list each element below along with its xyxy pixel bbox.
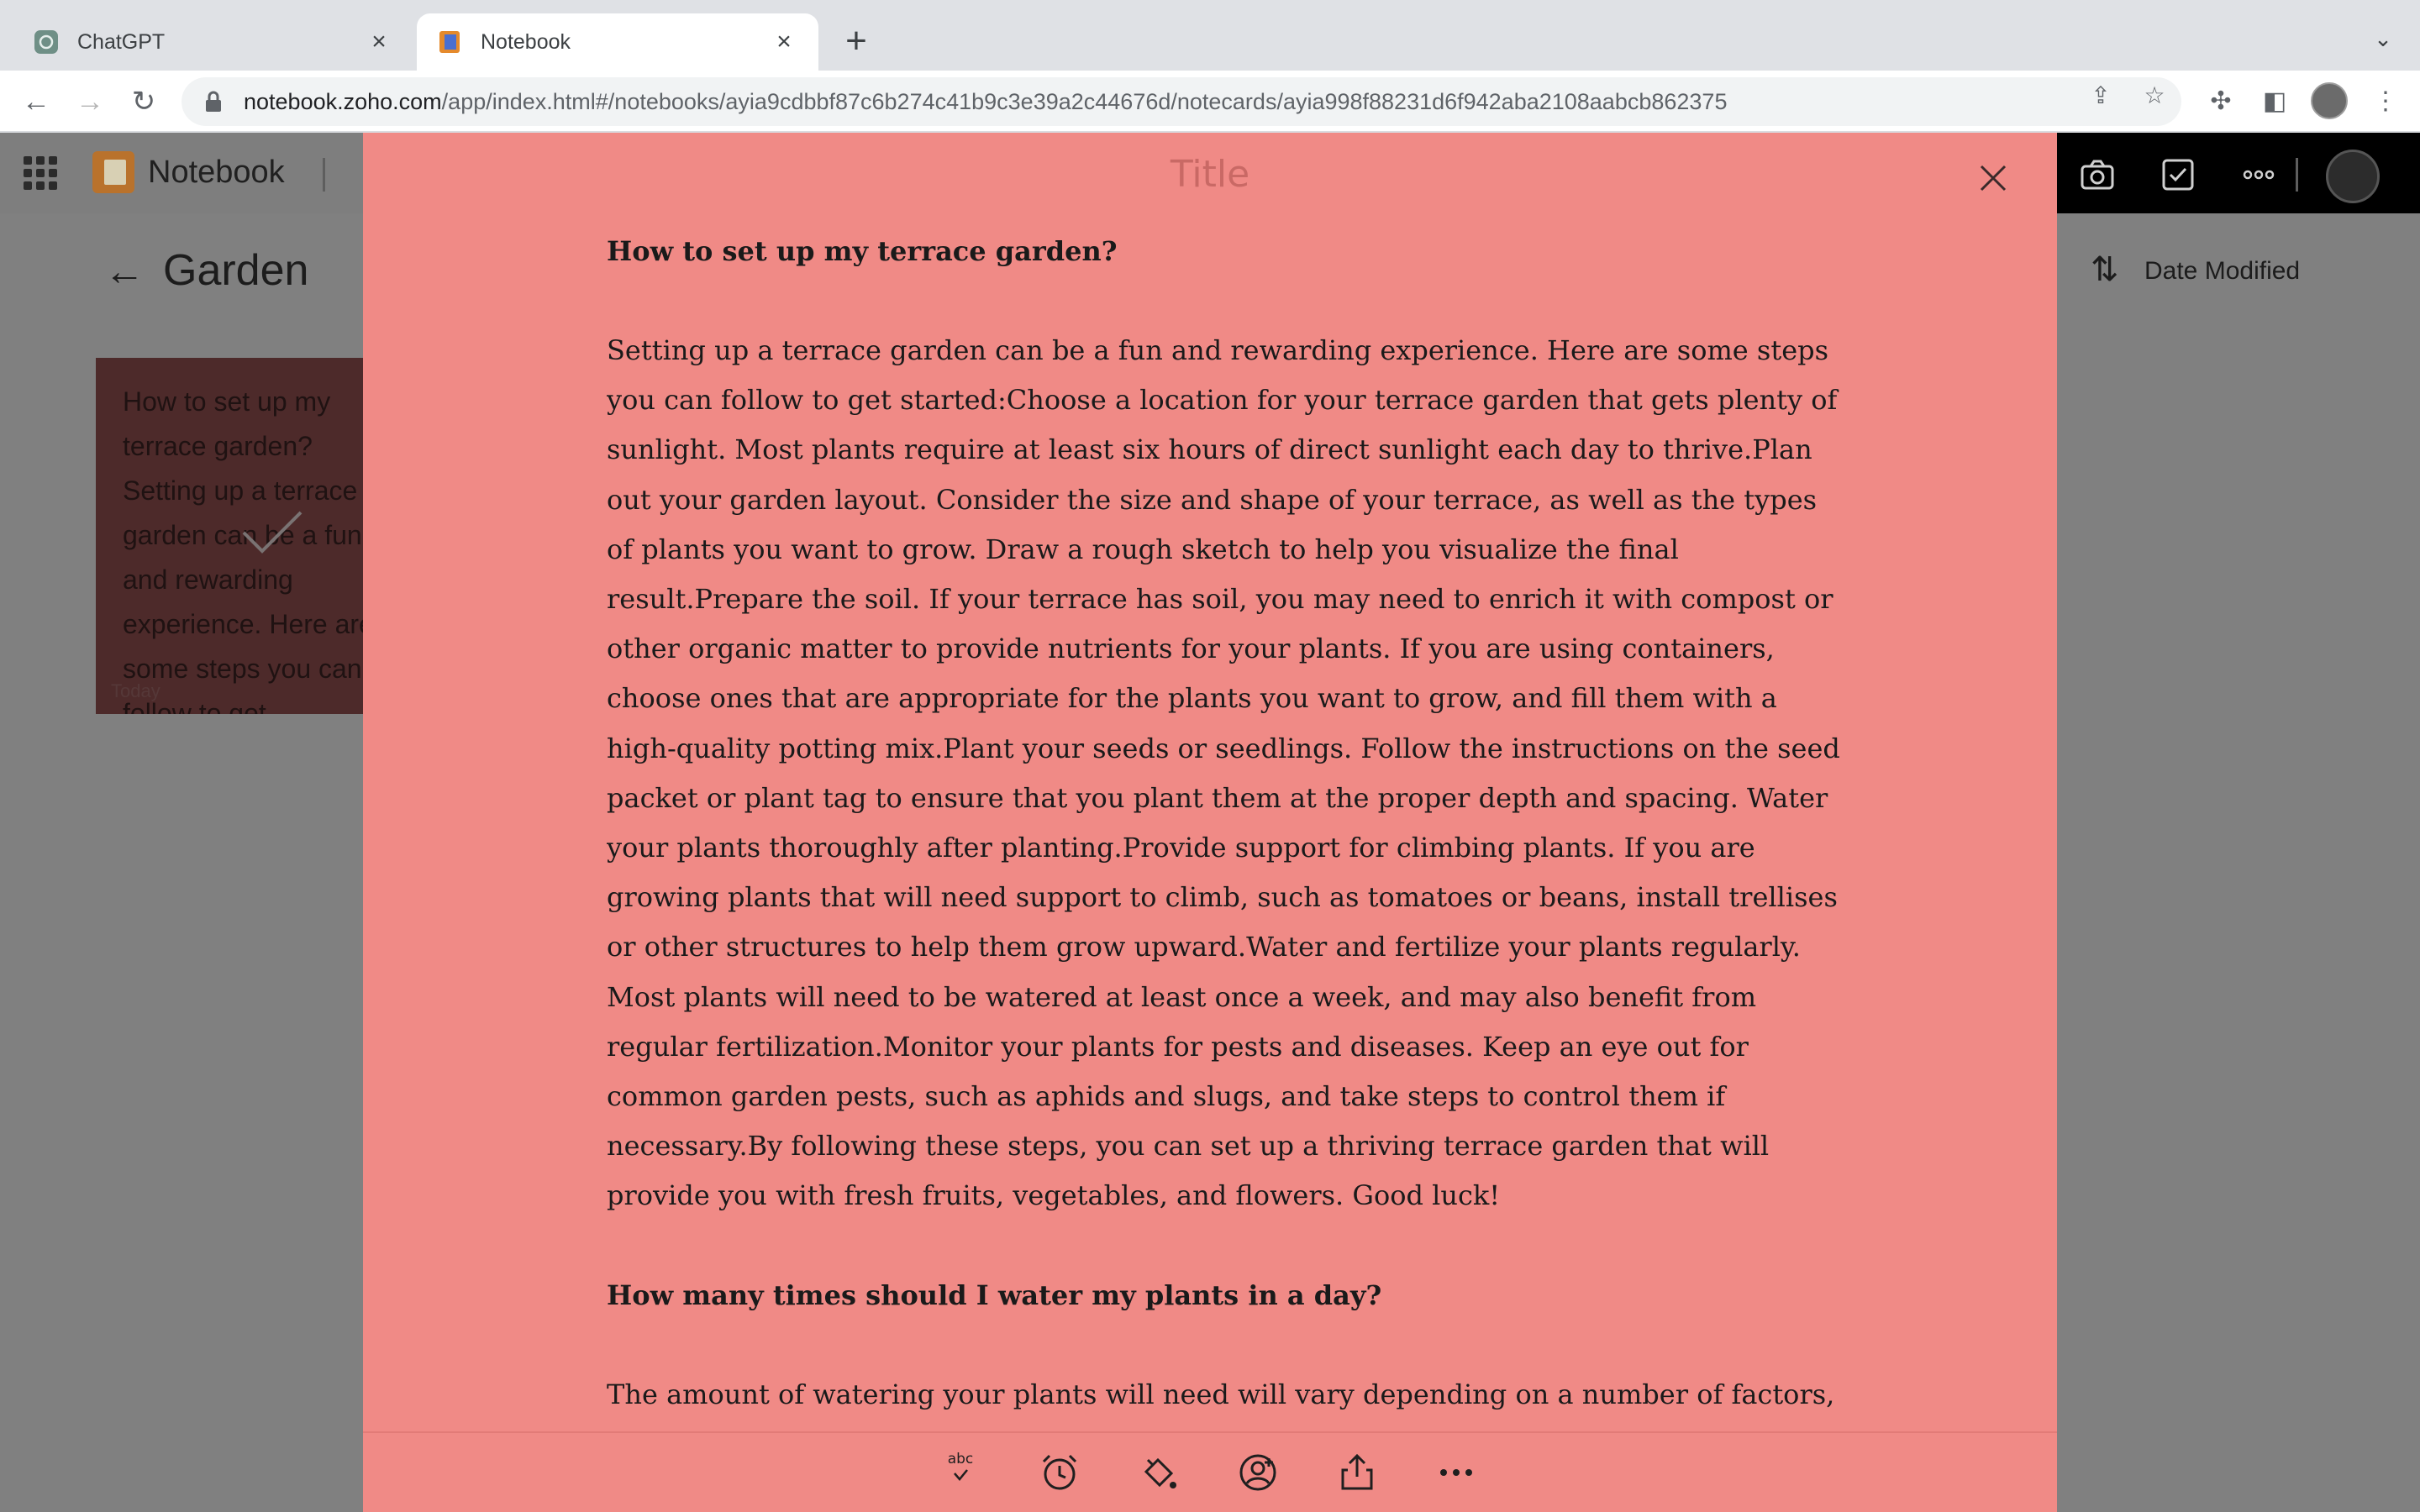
tab-chatgpt[interactable]: ChatGPT × [13, 13, 413, 71]
browser-menu-icon[interactable]: ⋮ [2366, 82, 2405, 121]
url-input[interactable]: notebook.zoho.com/app/index.html#/notebo… [182, 77, 2181, 126]
browser-tab-bar: ChatGPT × Notebook × + ⌄ [0, 0, 2420, 71]
forward-icon[interactable]: → [71, 82, 109, 121]
spellcheck-icon[interactable]: abc [939, 1452, 981, 1494]
close-icon[interactable] [1976, 161, 2010, 195]
extensions-icon[interactable]: ✣ [2202, 82, 2240, 121]
notebook-favicon [437, 29, 462, 55]
note-paragraph: Setting up a terrace garden can be a fun… [607, 334, 1840, 1212]
back-arrow-icon[interactable]: ← [104, 249, 145, 295]
user-avatar[interactable] [2326, 150, 2380, 203]
checkmark-icon [242, 511, 302, 554]
sort-dropdown[interactable]: Date Modified [2144, 257, 2300, 286]
share-icon[interactable]: ⇪ [2084, 79, 2118, 113]
header-divider [2296, 158, 2298, 192]
address-bar-row: ← → ↻ notebook.zoho.com/app/index.html#/… [0, 71, 2420, 133]
chatgpt-icon [34, 29, 59, 55]
new-tab-icon[interactable]: + [835, 20, 877, 62]
close-tab-icon[interactable]: × [365, 28, 393, 56]
notebook-title: Garden [163, 246, 309, 295]
lock-icon [206, 91, 221, 112]
export-share-icon[interactable] [1336, 1452, 1378, 1494]
close-tab-icon[interactable]: × [770, 28, 798, 56]
browser-profile-avatar[interactable] [2311, 82, 2348, 119]
checklist-icon[interactable] [2160, 156, 2196, 193]
chevron-down-icon[interactable]: ⌄ [2366, 22, 2400, 55]
side-panel-icon[interactable]: ◧ [2255, 82, 2294, 121]
note-paragraph: The amount of watering your plants will … [607, 1378, 1835, 1410]
note-card[interactable]: How to set up my terrace garden? Setting… [96, 358, 363, 714]
paint-bucket-icon[interactable] [1138, 1452, 1180, 1494]
note-card-date: Today [111, 680, 160, 701]
note-content[interactable]: How to set up my terrace garden? Setting… [607, 227, 1842, 1410]
url-text: notebook.zoho.com/app/index.html#/notebo… [244, 89, 1727, 115]
note-heading: How to set up my terrace garden? [607, 235, 1118, 267]
app-grid-icon[interactable] [24, 156, 57, 190]
reload-icon[interactable]: ↻ [124, 82, 163, 121]
more-options-icon[interactable] [1435, 1452, 1477, 1494]
bookmark-star-icon[interactable]: ☆ [2138, 79, 2171, 113]
note-title-input[interactable]: Title [363, 153, 2057, 196]
sort-icon[interactable]: ⇅ [2091, 250, 2119, 289]
tab-title: ChatGPT [77, 29, 166, 54]
note-editor-modal: Title How to set up my terrace garden? S… [363, 133, 2057, 1512]
camera-icon[interactable] [2079, 156, 2116, 193]
share-with-user-icon[interactable] [1237, 1452, 1279, 1494]
note-heading: How many times should I water my plants … [607, 1278, 1382, 1311]
back-icon[interactable]: ← [17, 82, 55, 121]
tab-notebook[interactable]: Notebook × [417, 13, 818, 71]
tab-title: Notebook [481, 29, 571, 54]
url-host: notebook.zoho.com [244, 88, 442, 114]
header-divider [323, 158, 325, 192]
url-path: /app/index.html#/notebooks/ayia9cdbbf87c… [441, 88, 1728, 114]
notebook-logo [92, 151, 134, 193]
more-options-icon[interactable] [2240, 156, 2277, 193]
app-name: Notebook [148, 155, 285, 190]
reminder-alarm-icon[interactable] [1039, 1452, 1081, 1494]
spellcheck-label: abc [947, 1451, 974, 1467]
app-header-actions [2057, 133, 2420, 213]
note-toolbar: abc [363, 1431, 2057, 1512]
